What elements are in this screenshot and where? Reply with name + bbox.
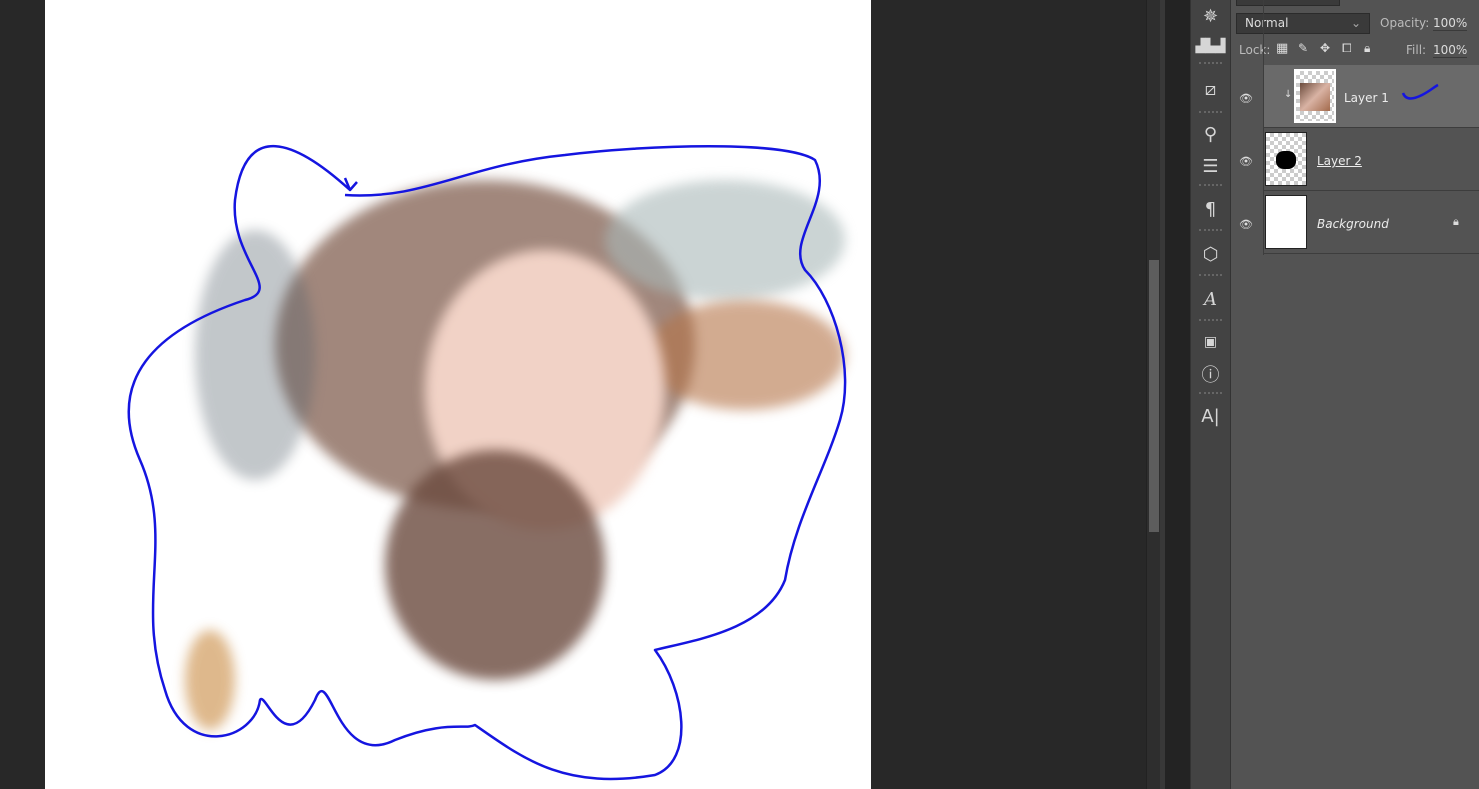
navigator-icon[interactable]: ✵ [1191, 0, 1230, 32]
scrollbar-thumb[interactable] [1149, 260, 1159, 532]
adjustments-icon[interactable]: ☰ [1191, 150, 1230, 182]
brush-presets-icon[interactable]: ⚲ [1191, 118, 1230, 150]
clone-source-icon[interactable]: ⧄ [1191, 69, 1230, 109]
panel-icon-strip: ✵ ▟▙▟ ⧄ ⚲ ☰ ¶ ⬡ A ▣ ⓘ A| [1190, 0, 1231, 789]
info-icon[interactable]: ⓘ [1191, 358, 1230, 390]
lock-position-icon[interactable]: ✥ [1320, 41, 1330, 55]
character-icon[interactable]: A| [1191, 399, 1230, 433]
histogram-icon[interactable]: ▟▙▟ [1191, 32, 1230, 60]
layer-thumbnail [1294, 69, 1336, 123]
layer-thumbnail [1265, 195, 1307, 249]
layer-row-layer-1[interactable]: ↓ Layer 1 [1263, 65, 1479, 128]
clipping-mask-icon: ↓ [1284, 89, 1293, 100]
layer-thumbnail [1265, 132, 1307, 186]
layer-row-background[interactable]: Background 🔒︎ [1263, 191, 1479, 254]
document-canvas[interactable] [45, 0, 871, 789]
annotation-outline [127, 144, 847, 781]
layers-panel: Normal ⌄ Opacity: 100% Lock: ▦ ✎ ✥ ⧠ 🔒︎ F… [1231, 0, 1479, 789]
filter-kind-select[interactable] [1236, 0, 1340, 6]
layer-row-layer-2[interactable]: Layer 2 [1263, 128, 1479, 191]
visibility-eye-icon[interactable]: 👁︎ [1239, 92, 1255, 105]
paragraph-icon[interactable]: ¶ [1191, 191, 1230, 227]
panel-divider [1160, 0, 1190, 789]
lock-artboard-icon[interactable]: ⧠ [1342, 41, 1352, 56]
properties-icon[interactable]: ▣ [1191, 326, 1230, 358]
lock-transparency-icon[interactable]: ▦ [1276, 41, 1288, 56]
chevron-down-icon: ⌄ [1350, 16, 1361, 30]
3d-icon[interactable]: ⬡ [1191, 236, 1230, 272]
blend-mode-select[interactable]: Normal ⌄ [1236, 13, 1370, 34]
vertical-scrollbar[interactable] [1146, 0, 1160, 789]
opacity-field[interactable]: 100% [1433, 16, 1468, 31]
lock-all-icon[interactable]: 🔒︎ [1364, 41, 1370, 56]
visibility-eye-icon[interactable]: 👁︎ [1239, 218, 1255, 231]
lock-paint-icon[interactable]: ✎ [1298, 41, 1308, 55]
annotation-checkmark [1401, 83, 1439, 100]
lock-icon: 🔒︎ [1453, 215, 1459, 228]
canvas-area[interactable] [0, 0, 1146, 789]
fill-field[interactable]: 100% [1433, 43, 1468, 58]
visibility-eye-icon[interactable]: 👁︎ [1239, 155, 1255, 168]
glyphs-icon[interactable]: A [1191, 281, 1230, 317]
